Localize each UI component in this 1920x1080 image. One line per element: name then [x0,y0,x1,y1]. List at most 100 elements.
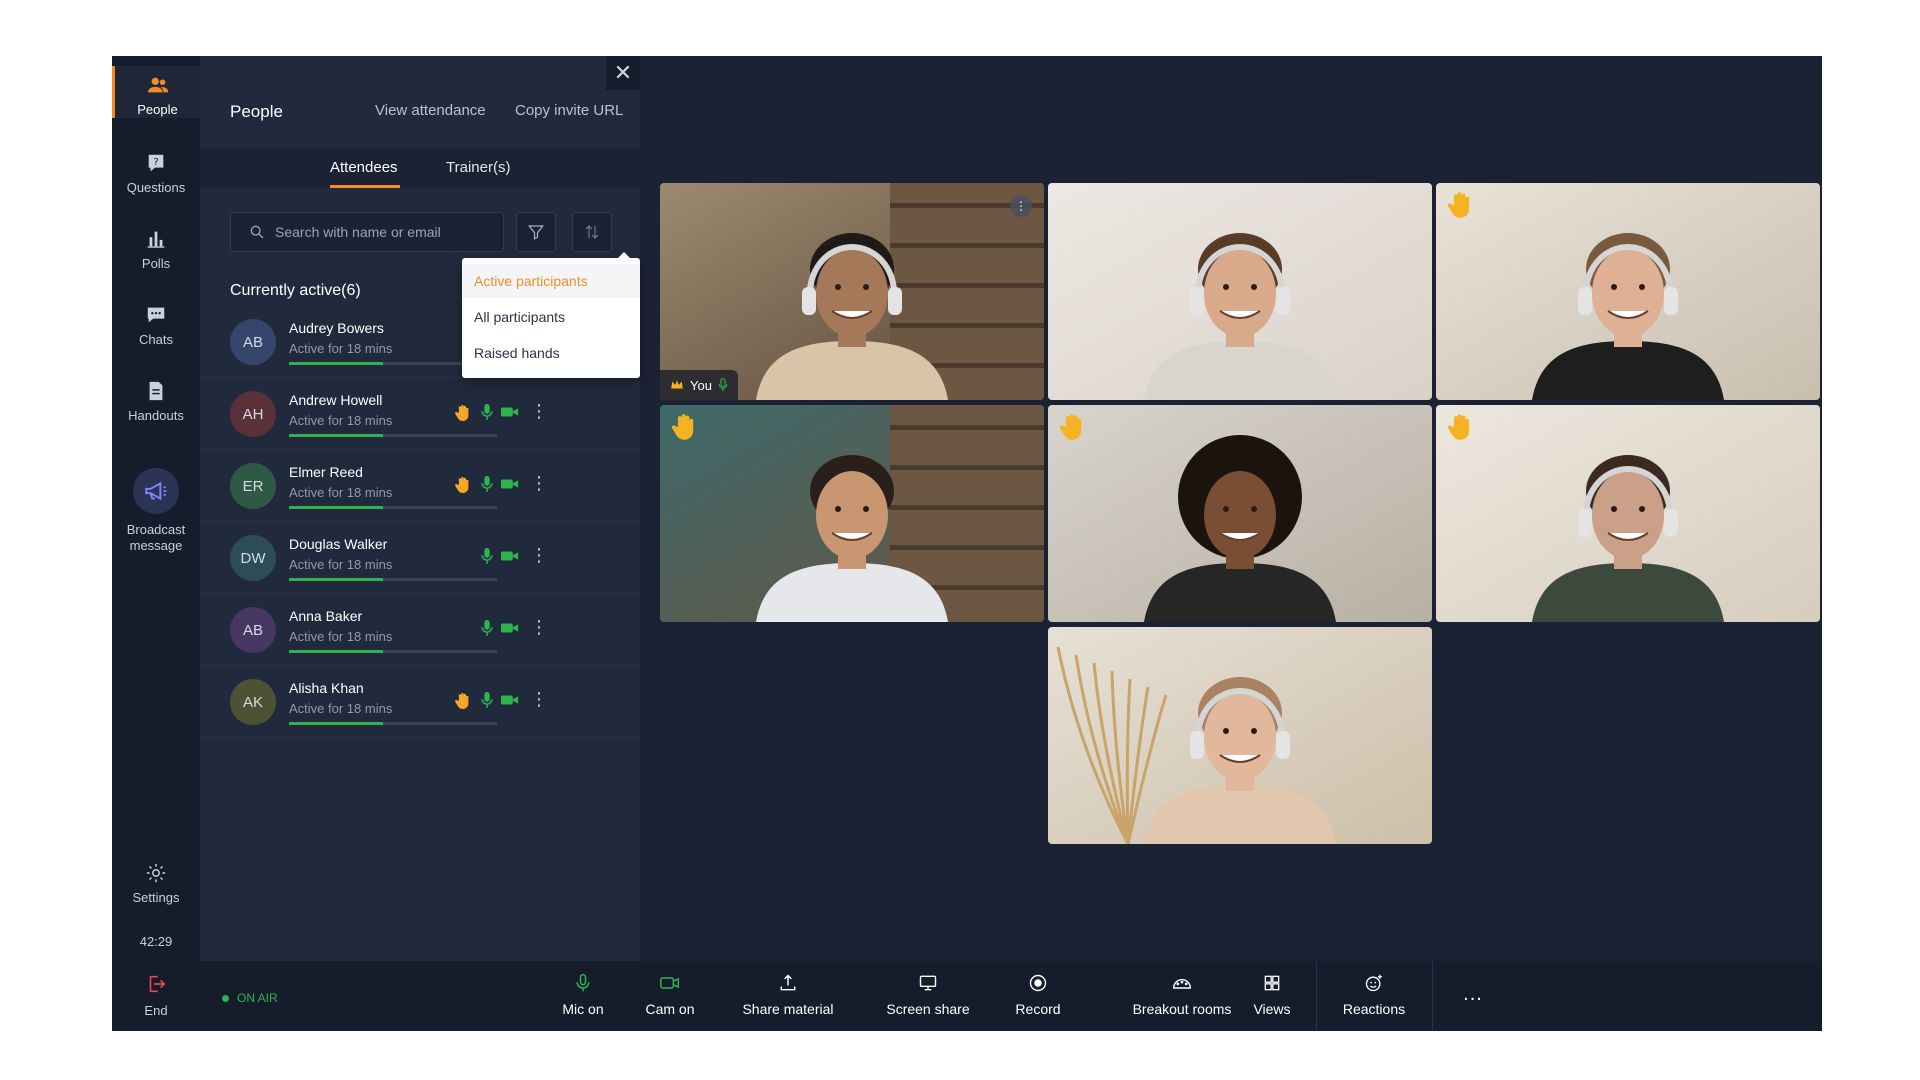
tab-trainers[interactable]: Trainer(s) [446,159,510,176]
active-tab-indicator [330,185,400,188]
rail-item-polls[interactable]: Polls [112,228,200,271]
video-tile[interactable] [1048,405,1432,622]
raised-hand-icon [454,404,470,427]
camera-on-icon[interactable] [500,477,520,496]
mic-on-icon [718,378,728,392]
filter-option-active[interactable]: Active participants [462,264,640,298]
on-air-dot [222,994,229,1002]
activity-progress-fill [289,650,383,653]
breakout-rooms-button[interactable]: Breakout rooms [1108,973,1256,1017]
video-feed [1048,405,1432,622]
participant-status: Active for 18 mins [289,629,393,644]
record-label: Record [1015,1001,1061,1017]
video-tile[interactable] [1436,183,1820,400]
camera-on-icon[interactable] [500,621,520,640]
chat-icon [147,307,165,323]
handout-icon [149,381,163,401]
rail-item-label: People [137,102,178,117]
filter-option-raised-hands[interactable]: Raised hands [462,336,640,370]
participant-status: Active for 18 mins [289,557,393,572]
participant-more-button[interactable]: ⋮ [530,618,548,636]
camera-button[interactable]: Cam on [638,973,702,1017]
record-button[interactable]: Record [1010,973,1066,1017]
search-icon [250,225,264,239]
rail-item-settings[interactable]: Settings [112,862,200,905]
svg-text:?: ? [153,157,158,168]
video-feed [1048,183,1432,400]
video-feed [660,405,1044,622]
rail-item-broadcast[interactable]: Broadcast message [112,468,200,554]
close-panel-button[interactable]: ✕ [606,56,640,90]
participant-more-button[interactable]: ⋮ [530,402,548,420]
participant-row[interactable]: AB Anna Baker Active for 18 mins ⋮ [200,594,640,666]
participant-row[interactable]: DW Douglas Walker Active for 18 mins ⋮ [200,522,640,594]
record-icon [1029,974,1047,992]
participant-row[interactable]: AK Alisha Khan Active for 18 mins ⋮ [200,666,640,738]
rail-item-questions[interactable]: ? Questions [112,152,200,195]
sort-button[interactable] [572,212,612,252]
crown-icon [671,380,683,389]
rail-item-label: Questions [126,180,186,195]
participant-status: Active for 18 mins [289,701,393,716]
video-feed [1436,183,1820,400]
rail-item-label: Broadcast message [126,522,186,553]
copy-invite-link[interactable]: Copy invite URL [515,102,623,119]
filter-option-all[interactable]: All participants [462,300,640,334]
views-label: Views [1253,1001,1291,1017]
avatar: AH [230,391,276,437]
share-material-button[interactable]: Share material [737,973,839,1017]
participant-more-button[interactable]: ⋮ [530,474,548,492]
video-tile[interactable] [1048,627,1432,844]
filter-icon [528,225,544,240]
camera-on-icon[interactable] [500,693,520,712]
on-air-label: ON AIR [237,991,278,1005]
participant-name: Audrey Bowers [289,320,384,336]
camera-on-icon[interactable] [500,405,520,424]
video-tile[interactable] [660,405,1044,622]
video-feed [660,183,1044,400]
on-air-indicator: ON AIR [222,991,278,1005]
sort-icon [585,225,599,239]
camera-on-icon[interactable] [500,549,520,568]
screen-share-icon [919,975,937,991]
mic-on-icon[interactable] [480,691,494,714]
reactions-label: Reactions [1342,1001,1406,1017]
people-panel: People View attendance Copy invite URL A… [200,56,640,961]
rail-item-chats[interactable]: Chats [112,304,200,347]
tile-menu-button[interactable]: ⋮ [1010,195,1032,217]
you-label: You [690,377,712,393]
mic-on-icon[interactable] [480,475,494,498]
mic-on-icon[interactable] [480,403,494,426]
participant-more-button[interactable]: ⋮ [530,690,548,708]
broadcast-button[interactable] [133,468,179,514]
tab-attendees[interactable]: Attendees [330,159,398,176]
participant-more-button[interactable]: ⋮ [530,546,548,564]
mic-on-icon[interactable] [480,619,494,642]
more-options-button[interactable]: ... [1458,983,1488,1006]
avatar: AB [230,319,276,365]
video-tile[interactable] [1436,405,1820,622]
filter-button[interactable] [516,212,556,252]
filter-dropdown: Active participants All participants Rai… [462,252,640,378]
video-tile[interactable] [1048,183,1432,400]
view-attendance-link[interactable]: View attendance [375,102,486,119]
rail-item-people[interactable]: People [112,66,200,118]
section-title: Currently active(6) [230,282,361,299]
activity-progress [289,506,497,509]
search-input[interactable] [275,213,495,251]
panel-title: People [230,102,283,121]
screen-share-button[interactable]: Screen share [883,973,973,1017]
mic-on-icon[interactable] [480,547,494,570]
end-button[interactable]: End [112,961,200,1031]
participant-row[interactable]: ER Elmer Reed Active for 18 mins ⋮ [200,450,640,522]
raised-hand-icon [1446,191,1472,226]
rail-item-handouts[interactable]: Handouts [112,380,200,423]
raised-hand-icon [454,476,470,499]
participant-row[interactable]: AH Andrew Howell Active for 18 mins ⋮ [200,378,640,450]
mic-button[interactable]: Mic on [553,973,613,1017]
reactions-button[interactable]: Reactions [1334,973,1414,1017]
views-button[interactable]: Views [1252,973,1292,1017]
polls-icon [147,231,165,248]
video-tile[interactable]: ⋮ You [660,183,1044,400]
video-feed [1436,405,1820,622]
